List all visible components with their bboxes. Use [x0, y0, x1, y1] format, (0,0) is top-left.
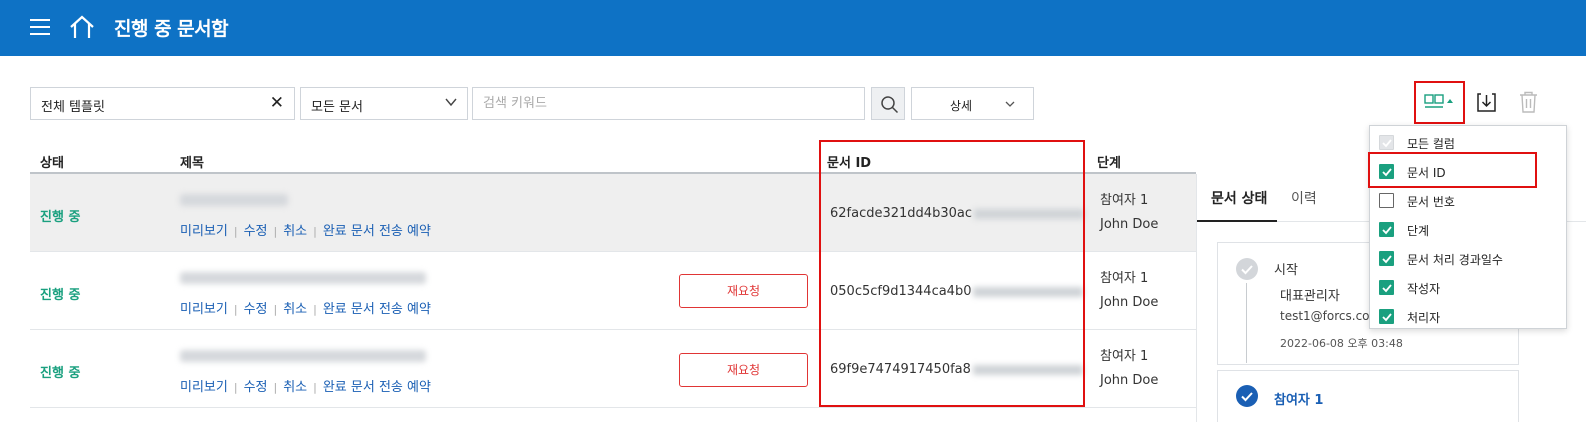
column-option-handler[interactable]: 처리자 [1370, 302, 1568, 331]
rerequest-button[interactable]: 재요청 [679, 274, 808, 308]
row-actions: 미리보기 | 수정 | 취소 | 완료 문서 전송 예약 [180, 380, 431, 395]
stage-cell: 참여자 1 John Doe [1100, 189, 1158, 237]
status-badge: 진행 중 [40, 366, 81, 381]
edit-link[interactable]: 수정 [244, 302, 268, 317]
checkbox[interactable] [1379, 193, 1394, 208]
status-badge: 진행 중 [40, 288, 81, 303]
doc-id-option-highlight [1368, 152, 1537, 188]
stage-user: John Doe [1100, 295, 1159, 310]
stage-user: John Doe [1100, 373, 1159, 388]
check-icon [1382, 226, 1392, 235]
chevron-down-icon [1005, 101, 1015, 107]
tab-document-status[interactable]: 문서 상태 [1211, 188, 1267, 208]
column-option-label: 작성자 [1407, 282, 1441, 296]
stage-cell: 참여자 1 John Doe [1100, 267, 1158, 315]
document-title[interactable] [180, 272, 426, 284]
rerequest-button[interactable]: 재요청 [679, 353, 808, 387]
column-settings-button[interactable] [1414, 81, 1465, 124]
doc-id-column-highlight [819, 140, 1085, 407]
status-badge: 진행 중 [40, 210, 81, 225]
search-input[interactable] [472, 87, 865, 120]
checkbox[interactable] [1379, 251, 1394, 266]
columns-icon [1424, 94, 1453, 108]
check-icon [1382, 255, 1392, 264]
status-step-card: 참여자 1 [1217, 370, 1519, 422]
detail-filter-label: 상세 [950, 99, 973, 113]
cancel-link[interactable]: 취소 [283, 380, 307, 395]
column-option-elapsed-days[interactable]: 문서 처리 경과일수 [1370, 244, 1568, 273]
row-actions: 미리보기 | 수정 | 취소 | 완료 문서 전송 예약 [180, 224, 431, 239]
step-time: 2022-06-08 오후 03:48 [1280, 337, 1403, 350]
chevron-down-icon [445, 98, 457, 107]
document-title[interactable] [180, 194, 288, 206]
check-icon [1382, 313, 1392, 322]
doc-type-select[interactable]: 모든 문서 [300, 87, 468, 120]
template-select-value: 전체 템플릿 [41, 100, 105, 115]
cancel-link[interactable]: 취소 [283, 302, 307, 317]
preview-link[interactable]: 미리보기 [180, 380, 228, 395]
schedule-link[interactable]: 완료 문서 전송 예약 [323, 380, 431, 395]
stage-role: 참여자 1 [1100, 349, 1149, 364]
step-label: 참여자 1 [1274, 393, 1324, 408]
tab-history[interactable]: 이력 [1291, 188, 1317, 208]
column-header-title[interactable]: 제목 [180, 152, 204, 171]
schedule-link[interactable]: 완료 문서 전송 예약 [323, 224, 431, 239]
preview-link[interactable]: 미리보기 [180, 224, 228, 239]
column-option-label: 모든 컬럼 [1407, 137, 1455, 151]
template-select[interactable]: 전체 템플릿 ✕ [30, 87, 295, 120]
edit-link[interactable]: 수정 [244, 380, 268, 395]
column-option-label: 문서 번호 [1407, 195, 1455, 209]
check-icon [1382, 139, 1392, 148]
home-icon[interactable] [68, 14, 96, 40]
download-icon[interactable] [1476, 92, 1497, 113]
timeline-line [1246, 283, 1247, 363]
detail-filter-button[interactable]: 상세 [911, 87, 1034, 120]
search-icon [881, 96, 899, 114]
active-tab-indicator [1197, 220, 1277, 222]
edit-link[interactable]: 수정 [244, 224, 268, 239]
column-option-doc-number[interactable]: 문서 번호 [1370, 186, 1568, 215]
column-option-label: 단계 [1407, 224, 1430, 238]
stage-cell: 참여자 1 John Doe [1100, 345, 1158, 393]
checkbox[interactable] [1379, 222, 1394, 237]
menu-icon[interactable] [30, 19, 50, 35]
column-header-stage[interactable]: 단계 [1097, 152, 1121, 171]
stage-role: 참여자 1 [1100, 193, 1149, 208]
page-title: 진행 중 문서함 [114, 18, 229, 40]
column-header-status[interactable]: 상태 [40, 152, 64, 171]
step-email: test1@forcs.com [1280, 309, 1382, 323]
check-circle-icon [1236, 258, 1258, 280]
check-circle-icon [1236, 385, 1258, 407]
column-option-label: 문서 처리 경과일수 [1407, 253, 1503, 267]
step-user: 대표관리자 [1280, 289, 1340, 304]
cancel-link[interactable]: 취소 [283, 224, 307, 239]
row-actions: 미리보기 | 수정 | 취소 | 완료 문서 전송 예약 [180, 302, 431, 317]
doc-type-select-value: 모든 문서 [311, 100, 363, 115]
step-label: 시작 [1274, 263, 1298, 278]
column-option-author[interactable]: 작성자 [1370, 273, 1568, 302]
top-bar: 진행 중 문서함 [0, 0, 1586, 56]
stage-role: 참여자 1 [1100, 271, 1149, 286]
checkbox[interactable] [1379, 280, 1394, 295]
trash-icon[interactable] [1519, 91, 1538, 113]
preview-link[interactable]: 미리보기 [180, 302, 228, 317]
checkbox[interactable] [1379, 135, 1394, 150]
column-option-stage[interactable]: 단계 [1370, 215, 1568, 244]
check-icon [1382, 284, 1392, 293]
search-button[interactable] [871, 87, 905, 120]
document-title[interactable] [180, 350, 426, 362]
stage-user: John Doe [1100, 217, 1159, 232]
schedule-link[interactable]: 완료 문서 전송 예약 [323, 302, 431, 317]
column-option-label: 처리자 [1407, 311, 1441, 325]
checkbox[interactable] [1379, 309, 1394, 324]
clear-icon[interactable]: ✕ [270, 93, 284, 113]
